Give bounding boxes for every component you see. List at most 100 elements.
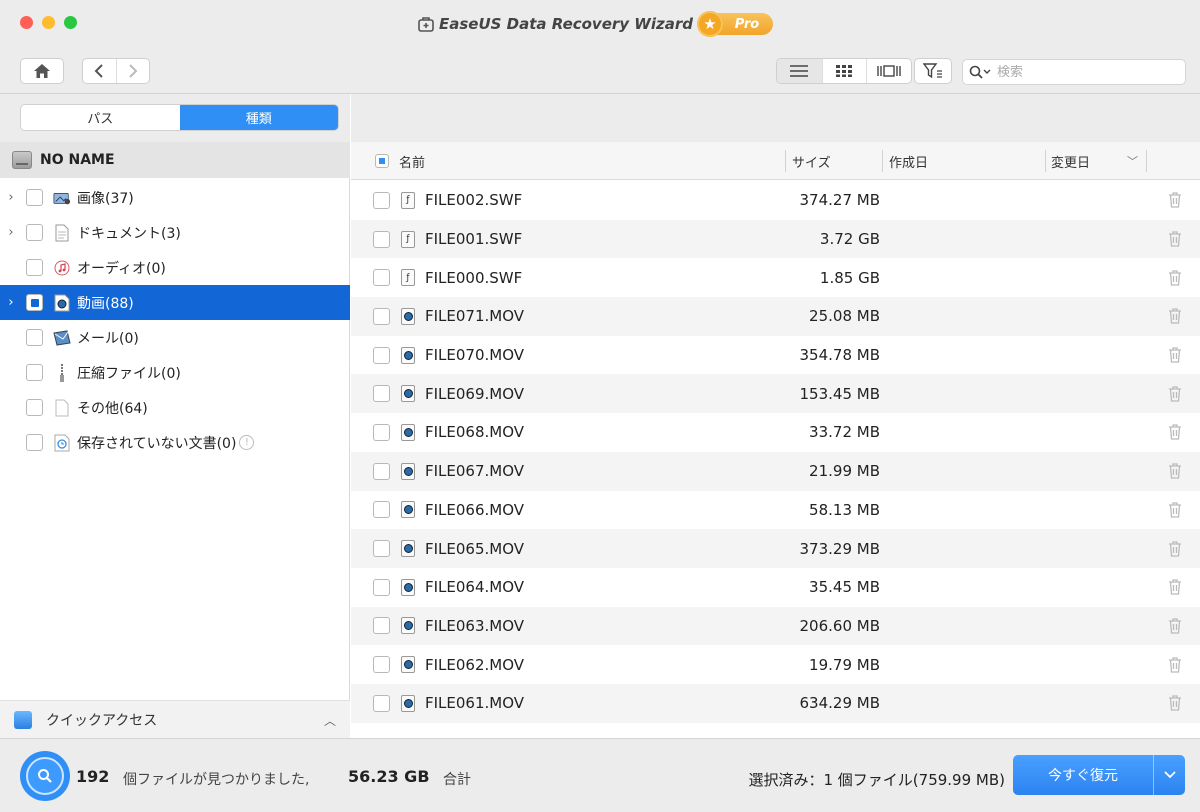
file-row[interactable]: ƒ FILE000.SWF 1.85 GB — [351, 258, 1200, 297]
chevron-right-icon[interactable]: › — [0, 190, 22, 205]
preview-view-button[interactable] — [866, 59, 911, 83]
trash-icon[interactable] — [1168, 579, 1182, 595]
trash-icon[interactable] — [1168, 308, 1182, 325]
recover-now-button[interactable]: 今すぐ復元 — [1013, 755, 1185, 795]
checkbox[interactable] — [26, 364, 43, 381]
file-checkbox[interactable] — [373, 462, 390, 480]
list-view-button[interactable] — [777, 59, 822, 83]
music-icon — [53, 258, 71, 278]
checkbox[interactable] — [26, 294, 43, 311]
grid-view-button[interactable] — [821, 59, 867, 83]
file-row[interactable]: FILE064.MOV 35.45 MB — [351, 568, 1200, 607]
quick-access-bar[interactable]: クイックアクセス ︿ — [0, 700, 350, 738]
chevron-down-icon[interactable] — [1153, 755, 1185, 795]
trash-icon[interactable] — [1168, 270, 1182, 286]
chevron-right-icon[interactable]: › — [0, 225, 22, 240]
column-header-modified[interactable]: 変更日 — [1051, 142, 1090, 180]
total-size-label: 合計 — [443, 772, 471, 788]
tree-item-video[interactable]: › 動画(88) — [0, 285, 350, 320]
forward-button[interactable] — [115, 59, 149, 83]
trash-icon[interactable] — [1168, 502, 1182, 518]
recover-now-label[interactable]: 今すぐ復元 — [1013, 765, 1153, 785]
file-row[interactable]: FILE069.MOV 153.45 MB — [351, 374, 1200, 414]
flash-file-icon: ƒ — [401, 230, 415, 248]
column-header-size[interactable]: サイズ — [792, 142, 831, 180]
tab-path[interactable]: パス — [21, 105, 180, 130]
file-row[interactable]: FILE068.MOV 33.72 MB — [351, 413, 1200, 452]
tree-item-archives[interactable]: 圧縮ファイル(0) — [0, 355, 350, 390]
file-row[interactable]: FILE065.MOV 373.29 MB — [351, 529, 1200, 568]
file-checkbox[interactable] — [373, 191, 390, 209]
trash-icon[interactable] — [1168, 192, 1182, 208]
maximize-window-button[interactable] — [64, 16, 77, 29]
tree-item-mail[interactable]: メール(0) — [0, 320, 350, 355]
tree-item-other[interactable]: その他(64) — [0, 390, 350, 425]
drive-header[interactable]: NO NAME — [0, 142, 350, 178]
file-checkbox[interactable] — [373, 346, 390, 364]
tree-item-images[interactable]: › 画像(37) — [0, 180, 350, 215]
file-row[interactable]: FILE061.MOV 634.29 MB — [351, 683, 1200, 723]
file-checkbox[interactable] — [373, 656, 390, 674]
close-window-button[interactable] — [20, 16, 33, 29]
file-size: 33.72 MB — [809, 423, 880, 442]
home-button[interactable] — [20, 58, 64, 84]
trash-icon[interactable] — [1168, 424, 1182, 441]
search-field[interactable] — [962, 59, 1186, 85]
checkbox[interactable] — [26, 189, 43, 206]
drive-icon — [12, 151, 32, 169]
tree-item-audio[interactable]: オーディオ(0) — [0, 250, 350, 285]
tree-item-documents[interactable]: › ドキュメント(3) — [0, 215, 350, 250]
checkbox[interactable] — [26, 224, 43, 241]
file-checkbox[interactable] — [373, 694, 390, 712]
video-file-icon — [401, 540, 415, 558]
checkbox[interactable] — [26, 259, 43, 276]
file-row[interactable]: FILE071.MOV 25.08 MB — [351, 297, 1200, 336]
back-button[interactable] — [83, 59, 116, 83]
file-row[interactable]: ƒ FILE002.SWF 374.27 MB — [351, 181, 1200, 220]
trash-icon[interactable] — [1168, 386, 1182, 402]
video-file-icon — [401, 656, 415, 674]
video-file-icon — [401, 385, 415, 403]
tree-item-unsaved-documents[interactable]: 保存されていない文書(0) ! — [0, 425, 350, 460]
file-row[interactable]: FILE066.MOV 58.13 MB — [351, 491, 1200, 530]
filter-button[interactable] — [914, 58, 952, 84]
file-row[interactable]: ƒ FILE001.SWF 3.72 GB — [351, 219, 1200, 259]
trash-icon[interactable] — [1168, 463, 1182, 479]
checkbox[interactable] — [26, 399, 43, 416]
file-row[interactable]: FILE063.MOV 206.60 MB — [351, 606, 1200, 646]
trash-icon[interactable] — [1168, 618, 1182, 634]
checkbox[interactable] — [26, 329, 43, 346]
column-header-name[interactable]: 名前 — [399, 142, 425, 180]
file-row[interactable]: FILE070.MOV 354.78 MB — [351, 336, 1200, 375]
sort-chevron-down-icon[interactable]: ﹀ — [1127, 142, 1138, 180]
file-checkbox[interactable] — [373, 307, 390, 325]
warning-icon[interactable]: ! — [239, 435, 255, 450]
file-checkbox[interactable] — [373, 578, 390, 596]
scan-progress-ring[interactable] — [20, 751, 70, 801]
trash-icon[interactable] — [1168, 347, 1182, 363]
chevron-right-icon[interactable]: › — [0, 295, 22, 310]
trash-icon[interactable] — [1168, 231, 1182, 247]
minimize-window-button[interactable] — [42, 16, 55, 29]
search-input[interactable] — [997, 64, 1167, 80]
file-checkbox[interactable] — [373, 230, 390, 248]
file-checkbox[interactable] — [373, 540, 390, 558]
trash-icon[interactable] — [1168, 695, 1182, 711]
chevron-up-icon[interactable]: ︿ — [324, 712, 336, 729]
tab-type[interactable]: 種類 — [179, 105, 338, 130]
file-checkbox[interactable] — [373, 269, 390, 287]
chevron-left-icon — [95, 64, 104, 78]
column-header-created[interactable]: 作成日 — [889, 142, 928, 180]
file-checkbox[interactable] — [373, 617, 390, 635]
quick-access-label: クイックアクセス — [46, 712, 158, 729]
file-row[interactable]: FILE067.MOV 21.99 MB — [351, 451, 1200, 491]
pro-badge[interactable]: ★ Pro — [697, 11, 773, 37]
file-checkbox[interactable] — [373, 501, 390, 519]
file-row[interactable]: FILE062.MOV 19.79 MB — [351, 645, 1200, 684]
file-checkbox[interactable] — [373, 423, 390, 441]
file-checkbox[interactable] — [373, 385, 390, 403]
trash-icon[interactable] — [1168, 656, 1182, 673]
trash-icon[interactable] — [1168, 540, 1182, 557]
select-all-checkbox[interactable] — [375, 154, 389, 168]
checkbox[interactable] — [26, 434, 43, 451]
